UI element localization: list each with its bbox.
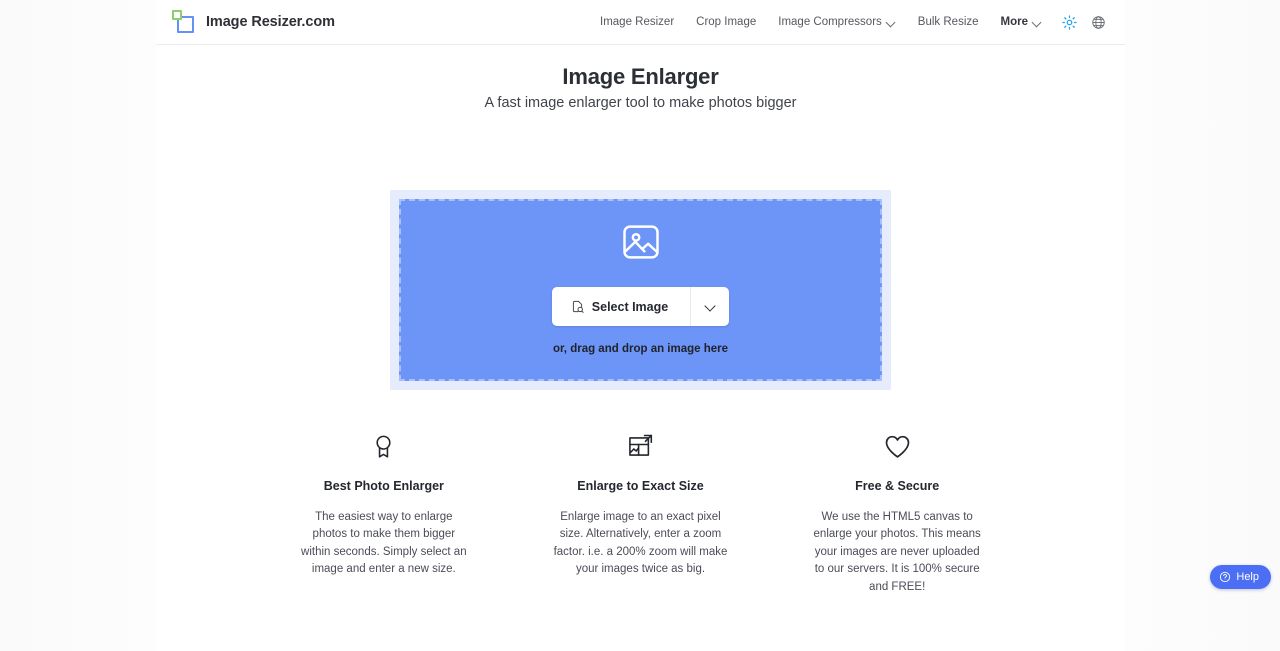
brightness-sun-icon [1061, 14, 1077, 30]
theme-toggle-button[interactable] [1056, 9, 1082, 35]
globe-language-icon [1091, 15, 1105, 29]
heart-icon [885, 436, 910, 458]
nav-item-more[interactable]: More [990, 10, 1053, 34]
brand-home-link[interactable]: Image Resizer.com [172, 9, 335, 35]
feature-body: Enlarge image to an exact pixel size. Al… [553, 510, 728, 576]
hero-section: Image Enlarger A fast image enlarger too… [156, 45, 1125, 111]
upload-dropzone[interactable]: Select Image or, drag and drop an image … [399, 198, 882, 381]
nav-label: Image Resizer [600, 16, 675, 28]
feature-title: Free & Secure [855, 478, 940, 493]
feature-body: The easiest way to enlarge photos to mak… [301, 510, 467, 576]
brand-name: Image Resizer.com [206, 14, 335, 30]
question-circle-icon [1220, 571, 1231, 583]
nav-label: Crop Image [696, 16, 757, 28]
language-selector-button[interactable] [1085, 9, 1111, 35]
help-label: Help [1236, 571, 1259, 583]
feature-title: Enlarge to Exact Size [577, 478, 704, 493]
select-image-button[interactable]: Select Image [552, 287, 692, 327]
site-header: Image Resizer.com Image Resizer Crop Ima… [156, 0, 1125, 45]
nav-label: More [1000, 16, 1028, 28]
select-image-control: Select Image [551, 287, 730, 327]
feature-icon-wrap [270, 432, 499, 462]
nav-label: Image Compressors [778, 16, 882, 28]
upload-dropzone-frame: Select Image or, drag and drop an image … [390, 189, 891, 390]
feature-icon-wrap [783, 432, 1012, 462]
chevron-down-icon [1033, 18, 1042, 27]
page-subtitle: A fast image enlarger tool to make photo… [484, 94, 797, 111]
drag-drop-hint: or, drag and drop an image here [552, 343, 729, 356]
feature-icon-wrap [526, 432, 755, 462]
image-expand-icon [629, 434, 653, 457]
file-image-icon [572, 301, 584, 314]
chevron-down-icon [706, 302, 715, 311]
page-container: Image Resizer.com Image Resizer Crop Ima… [156, 0, 1125, 651]
nav-item-crop-image[interactable]: Crop Image [685, 10, 767, 34]
award-ribbon-icon [376, 435, 391, 458]
nav-item-image-resizer[interactable]: Image Resizer [589, 10, 685, 34]
feature-free-and-secure: Free & Secure We use the HTML5 canvas to… [769, 432, 1026, 596]
nav-label: Bulk Resize [917, 16, 979, 28]
image-placeholder-icon [619, 220, 663, 269]
feature-title: Best Photo Enlarger [323, 478, 444, 493]
help-button[interactable]: Help [1210, 565, 1271, 589]
select-image-label: Select Image [591, 299, 669, 314]
feature-best-photo-enlarger: Best Photo Enlarger The easiest way to e… [256, 432, 513, 596]
nav-item-image-compressors[interactable]: Image Compressors [767, 10, 907, 34]
feature-body: We use the HTML5 canvas to enlarge your … [813, 510, 981, 593]
select-image-dropdown-toggle[interactable] [691, 287, 729, 326]
main-navigation: Image Resizer Crop Image Image Compresso… [589, 9, 1111, 35]
nav-item-bulk-resize[interactable]: Bulk Resize [907, 10, 990, 34]
feature-enlarge-to-exact-size: Enlarge to Exact Size Enlarge image to a… [512, 432, 769, 596]
chevron-down-icon [887, 18, 896, 27]
nested-squares-logo-icon [172, 9, 198, 35]
page-title: Image Enlarger [562, 64, 719, 89]
features-section: Best Photo Enlarger The easiest way to e… [246, 432, 1036, 596]
